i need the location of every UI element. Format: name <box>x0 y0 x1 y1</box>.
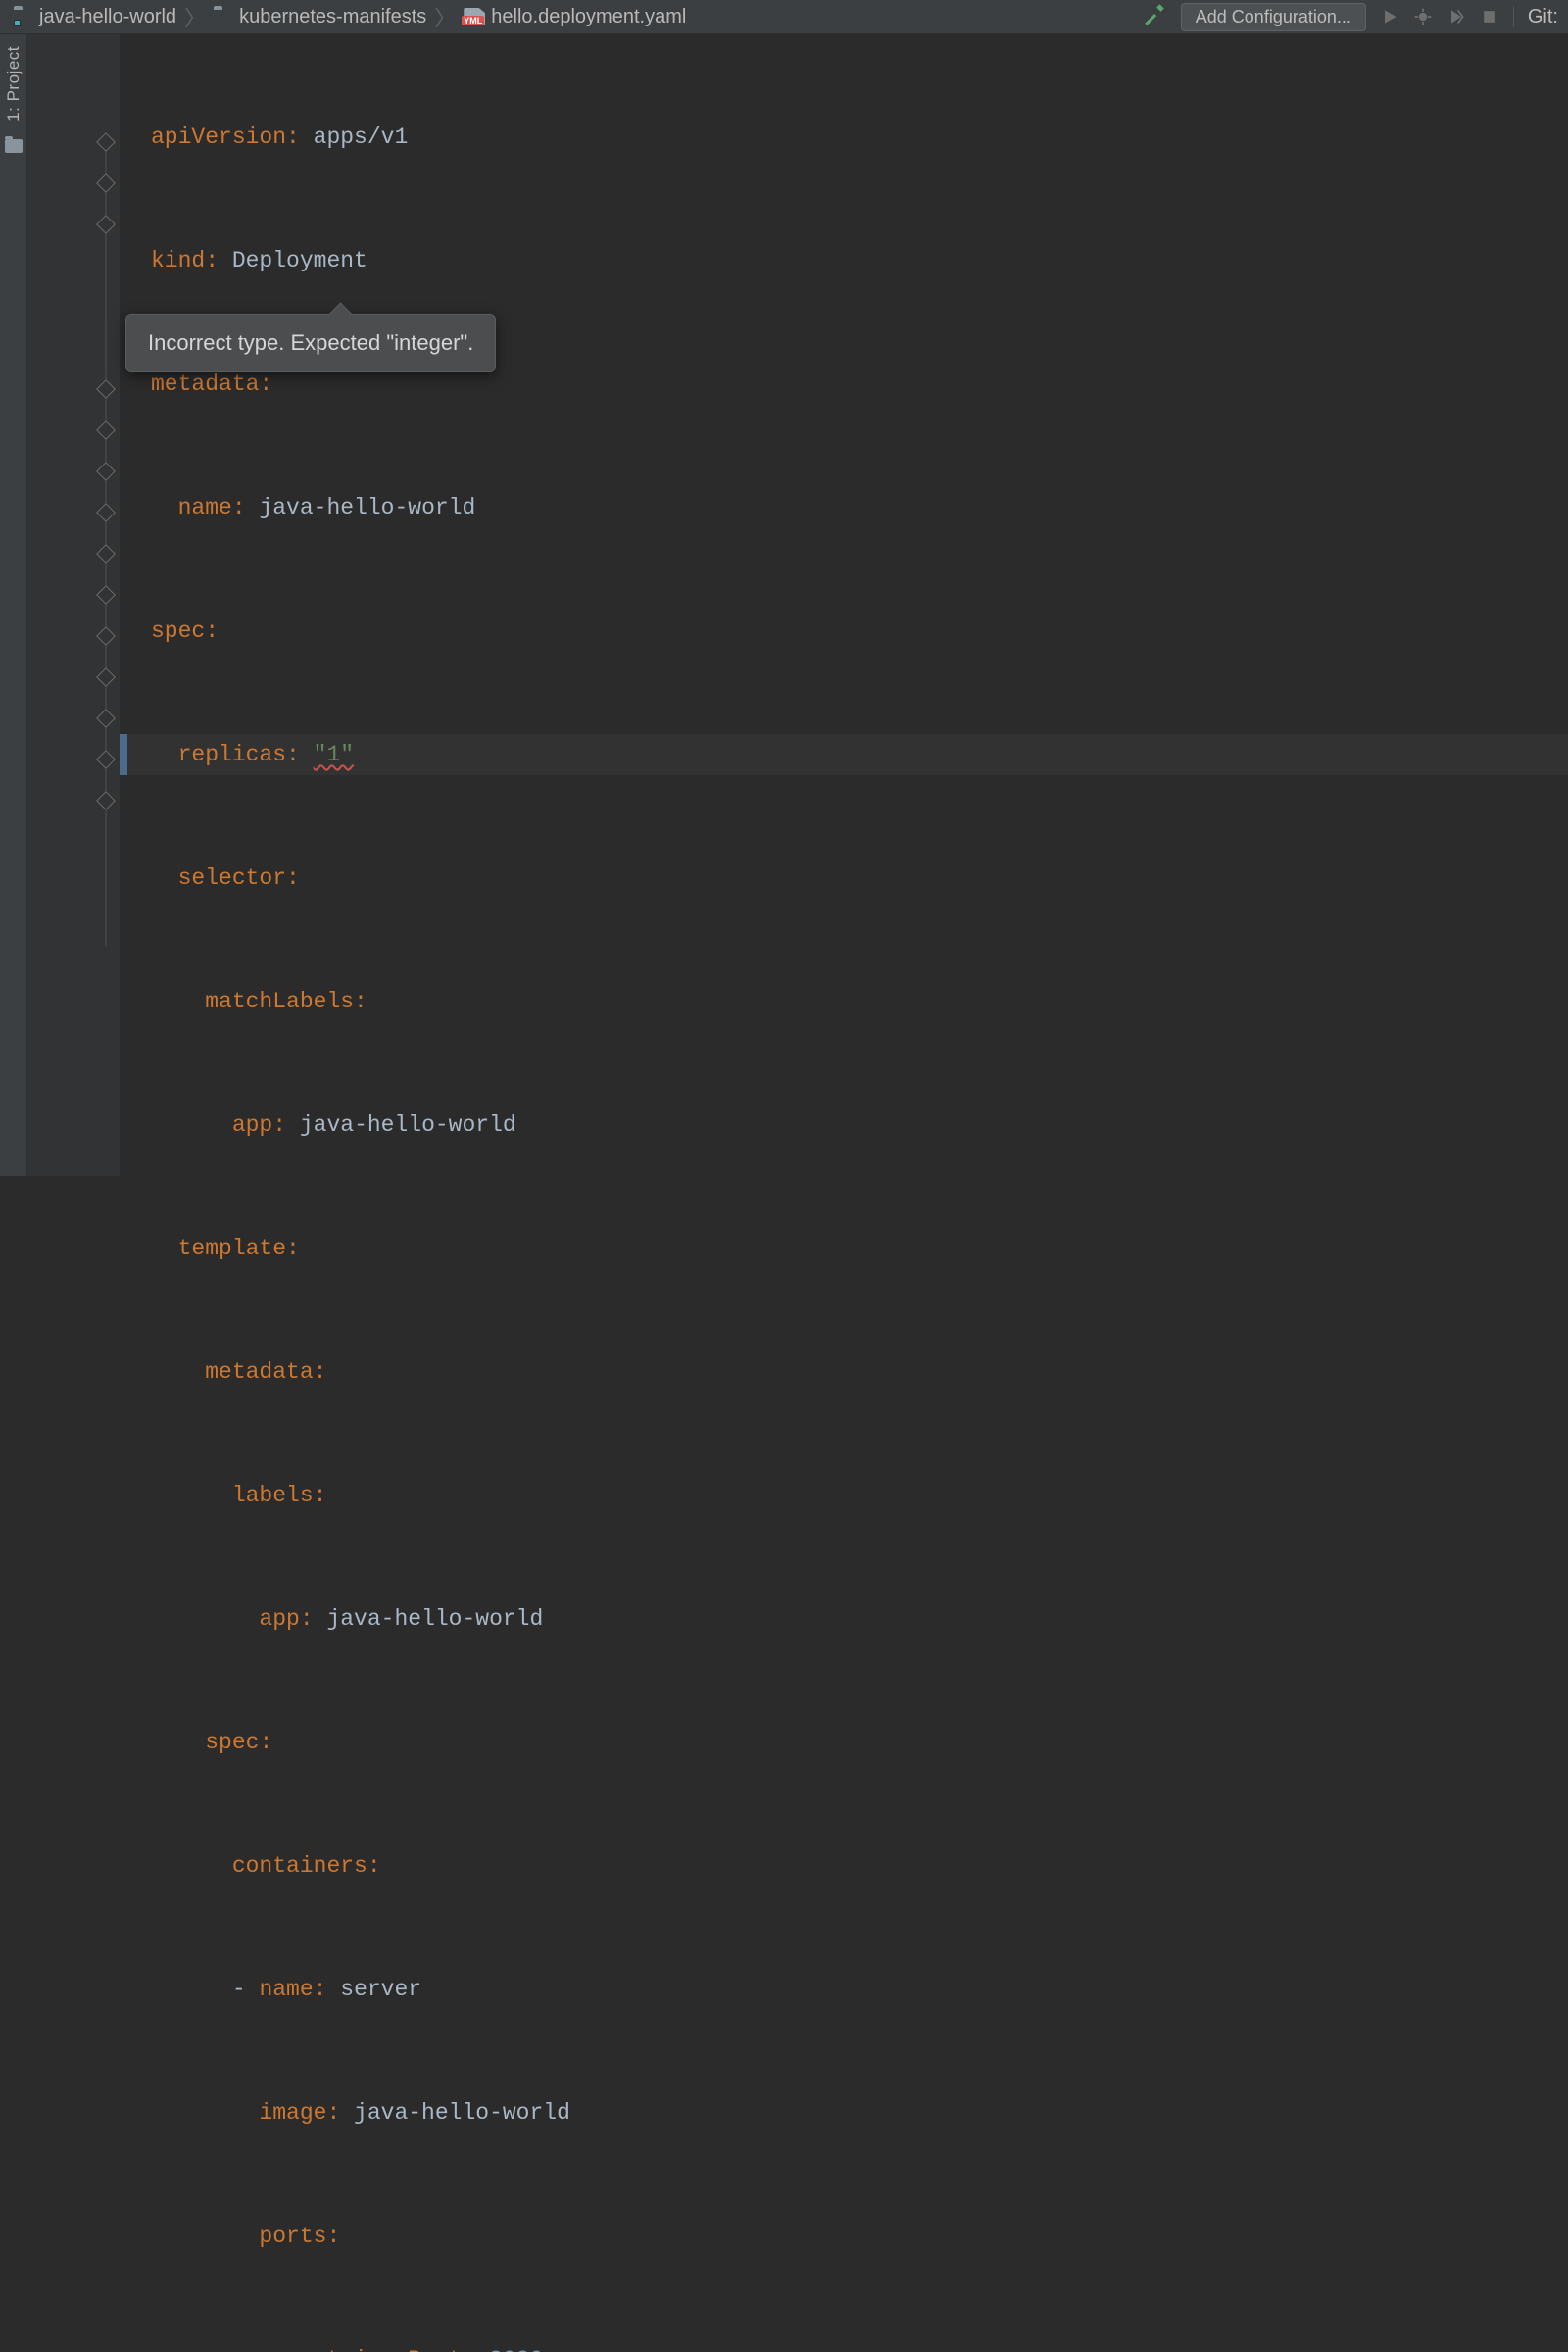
error-tooltip: Incorrect type. Expected "integer". <box>125 314 496 372</box>
error-line[interactable]: replicas: "1" <box>120 734 1568 775</box>
project-tool-window-tab[interactable]: 1: Project <box>4 46 24 122</box>
toolbar-divider <box>1513 6 1514 27</box>
build-icon[interactable] <box>1142 1 1167 32</box>
chevron-right-icon: 〉 <box>184 1 206 32</box>
breadcrumb-folder[interactable]: kubernetes-manifests <box>214 6 426 28</box>
tooltip-text: Incorrect type. Expected "integer". <box>148 330 473 355</box>
error-gutter-mark <box>120 734 127 775</box>
run-icon[interactable] <box>1380 7 1399 26</box>
error-value: "1" <box>314 742 354 767</box>
add-configuration-button[interactable]: Add Configuration... <box>1181 3 1366 31</box>
breadcrumb-project-label: java-hello-world <box>39 6 176 28</box>
files-icon[interactable] <box>5 139 23 153</box>
editor-area: apiVersion: apps/v1 kind: Deployment met… <box>27 34 1568 1176</box>
chevron-right-icon: 〉 <box>434 1 456 32</box>
run-with-coverage-icon[interactable] <box>1446 7 1466 26</box>
yaml-file-icon: YML <box>464 8 485 25</box>
breadcrumb: java-hello-world 〉 kubernetes-manifests … <box>14 1 686 32</box>
stop-icon[interactable] <box>1480 7 1499 26</box>
debug-icon[interactable] <box>1413 7 1433 26</box>
top-navbar: java-hello-world 〉 kubernetes-manifests … <box>0 0 1568 34</box>
toolbar-actions: Add Configuration... Git: <box>1142 1 1558 32</box>
project-folder-icon <box>14 9 33 24</box>
breadcrumb-file-label: hello.deployment.yaml <box>491 6 686 28</box>
git-label: Git: <box>1528 6 1558 28</box>
code-text[interactable]: apiVersion: apps/v1 kind: Deployment met… <box>120 34 1568 1176</box>
left-tool-stripe: 1: Project <box>0 34 27 1176</box>
folder-icon <box>214 9 233 24</box>
breadcrumb-file[interactable]: YML hello.deployment.yaml <box>464 6 686 28</box>
breadcrumb-folder-label: kubernetes-manifests <box>239 6 426 28</box>
editor-gutter[interactable] <box>27 34 120 1176</box>
breadcrumb-project[interactable]: java-hello-world <box>14 6 176 28</box>
